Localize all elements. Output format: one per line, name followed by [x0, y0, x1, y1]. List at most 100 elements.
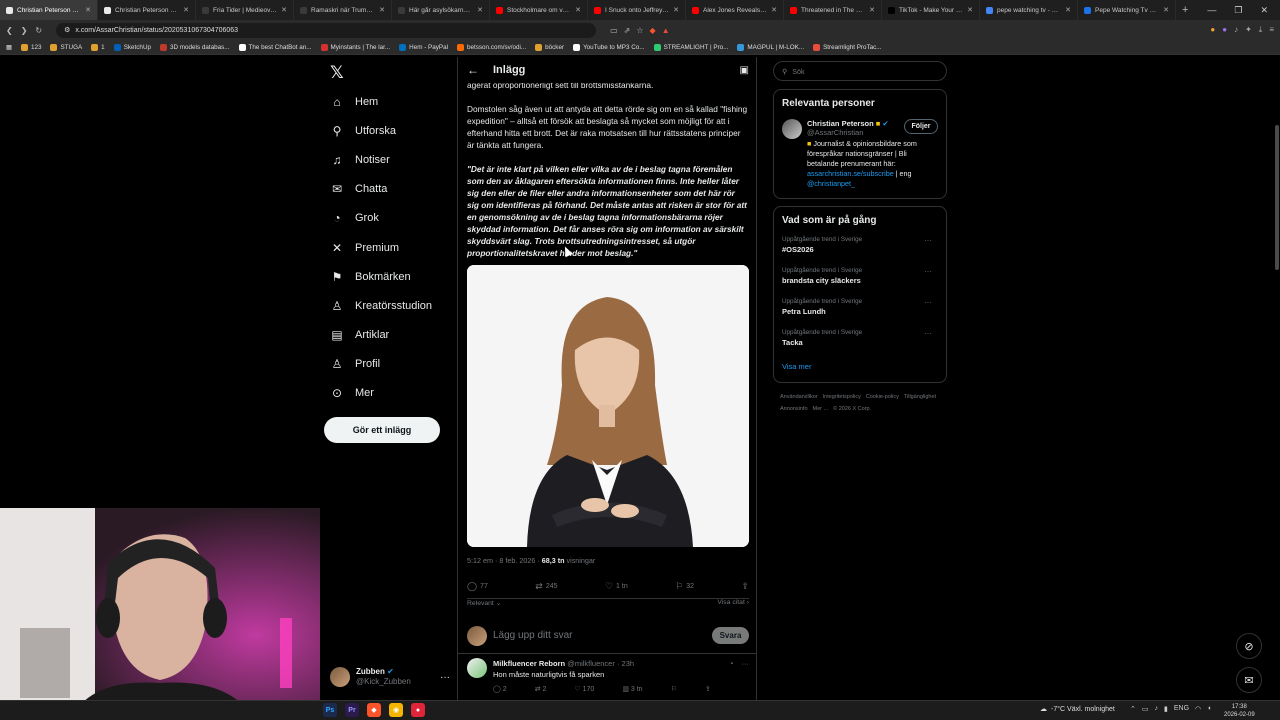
post-image[interactable] — [467, 265, 749, 547]
close-tab-icon[interactable]: ✕ — [869, 6, 875, 14]
reply-button[interactable]: ◯ 77 — [467, 581, 488, 592]
chrome-icon[interactable]: ◉ — [389, 703, 403, 717]
sort-dropdown[interactable]: Relevant ⌄ — [467, 599, 501, 607]
bookmark-item[interactable]: Myinstants | The lar... — [320, 43, 390, 51]
footer-link[interactable]: Cookie-policy — [866, 394, 899, 400]
post-button[interactable]: Gör ett inlägg — [324, 417, 440, 443]
cast-icon[interactable]: ▭ — [610, 26, 618, 35]
brave-shield-icon[interactable]: ◆ — [650, 26, 656, 35]
bio-mention[interactable]: @christianpet_ — [807, 179, 855, 188]
language-indicator[interactable]: ENG — [1174, 705, 1189, 713]
post-timestamp[interactable]: 5:12 em · 8 feb. 2026 · — [467, 556, 540, 565]
browser-tab[interactable]: Här går asylsökarna till kniv ✕ — [392, 0, 490, 20]
new-tab-button[interactable]: + — [1176, 4, 1194, 16]
maximize-icon[interactable]: ❐ — [1234, 5, 1242, 16]
puzzle-icon[interactable]: ✦ — [1245, 25, 1252, 35]
bookmark-item[interactable]: 3D models databas... — [160, 43, 230, 51]
photoshop-icon[interactable]: Ps — [323, 703, 337, 717]
browser-tab[interactable]: I Snuck onto Jeffrey Epstein ✕ — [588, 0, 686, 20]
browser-tab[interactable]: Threatened in The UK's Wa ✕ — [784, 0, 882, 20]
trend-item[interactable]: Uppåtgående trend i Sverige Tacka ··· — [782, 329, 938, 360]
browser-tab[interactable]: Stockholmare om varför la ✕ — [490, 0, 588, 20]
close-tab-icon[interactable]: ✕ — [281, 6, 287, 14]
footer-link[interactable]: Användarvillkor — [780, 394, 818, 400]
grok-button[interactable]: ⊘ — [1236, 633, 1262, 659]
wifi-icon[interactable]: ◠ — [1195, 705, 1201, 713]
more-icon[interactable]: ··· — [924, 329, 932, 338]
show-more-link[interactable]: Visa mer — [782, 362, 938, 371]
bookmark-item[interactable]: betsson.com/sv/odi... — [457, 43, 526, 51]
nav-item-articles[interactable]: ▤ Artiklar — [330, 321, 460, 350]
more-icon[interactable]: ··· — [440, 672, 450, 683]
close-tab-icon[interactable]: ✕ — [575, 6, 581, 14]
close-tab-icon[interactable]: ✕ — [967, 6, 973, 14]
back-arrow-icon[interactable]: ← — [467, 63, 479, 77]
footer-link[interactable]: © 2026 X Corp. — [833, 406, 871, 412]
avatar[interactable] — [782, 119, 802, 139]
reply-item[interactable]: Milkfluencer Reborn @milkfluencer · 23h … — [458, 658, 756, 695]
nav-item-profile[interactable]: ♙ Profil — [330, 350, 460, 379]
reader-mode-icon[interactable]: ▣ — [740, 65, 749, 76]
grok-icon[interactable]: ◔ — [729, 658, 734, 669]
trend-item[interactable]: Uppåtgående trend i Sverige Petra Lundh ··… — [782, 298, 938, 329]
bookmark-item[interactable]: SketchUp — [113, 43, 151, 51]
site-info-icon[interactable]: ⚙ — [64, 26, 70, 34]
reply-submit-button[interactable]: Svara — [712, 627, 749, 644]
more-icon[interactable]: ··· — [924, 267, 932, 276]
close-tab-icon[interactable]: ✕ — [379, 6, 385, 14]
extension-icon[interactable]: ● — [1210, 25, 1215, 35]
more-icon[interactable]: ··· — [742, 658, 750, 669]
bio-link[interactable]: assarchristian.se/subscribe — [807, 169, 894, 178]
nav-item-more[interactable]: ⊙ Mer — [330, 379, 460, 408]
browser-tab[interactable]: TikTok - Make Your Day ✕ — [882, 0, 980, 20]
search-input[interactable]: ⚲ Sök — [773, 61, 947, 81]
apps-icon[interactable]: ▦ — [6, 44, 12, 51]
browser-tab[interactable]: Christian Peterson så på ✕ — [0, 0, 98, 20]
nav-item-premium[interactable]: ✕ Premium — [330, 233, 460, 262]
following-button[interactable]: Följer — [904, 119, 938, 134]
close-tab-icon[interactable]: ✕ — [771, 6, 777, 14]
network-icon[interactable]: ▭ — [1142, 705, 1149, 713]
nav-item-home[interactable]: ⌂ Hem — [330, 87, 460, 116]
scrollbar[interactable] — [1274, 57, 1280, 700]
obs-icon[interactable]: ● — [411, 703, 425, 717]
reload-icon[interactable]: ↻ — [35, 26, 42, 35]
share-icon[interactable]: ⇗ — [624, 26, 631, 35]
reply-author-handle[interactable]: @milkfluencer — [567, 659, 615, 668]
clock[interactable]: 17:38 2026-02-09 — [1224, 703, 1255, 719]
more-icon[interactable]: ··· — [924, 236, 932, 245]
nav-item-creator-studio[interactable]: ♙ Kreatörsstudion — [330, 291, 460, 320]
menu-icon[interactable]: ≡ — [1269, 25, 1274, 35]
browser-tab[interactable]: Pepe Watching Tv GIF - Pep ✕ — [1078, 0, 1176, 20]
bookmark-item[interactable]: STREAMLIGHT | Pro... — [653, 43, 728, 51]
speaker-icon[interactable]: ◖ — [1207, 705, 1211, 713]
nav-item-grok[interactable]: ◔ Grok — [330, 204, 460, 233]
bookmark-item[interactable]: 1 — [91, 43, 105, 51]
close-tab-icon[interactable]: ✕ — [85, 6, 91, 14]
extension-icon[interactable]: ♪ — [1234, 25, 1238, 35]
close-tab-icon[interactable]: ✕ — [477, 6, 483, 14]
download-icon[interactable]: ⤓ — [1259, 25, 1263, 35]
volume-icon[interactable]: ♪ — [1155, 705, 1159, 713]
extension-icon[interactable]: ● — [1222, 25, 1227, 35]
scrollbar-thumb[interactable] — [1275, 125, 1279, 270]
close-tab-icon[interactable]: ✕ — [673, 6, 679, 14]
account-switcher[interactable]: Zubben ✔ @Kick_Zubben ··· — [330, 665, 450, 689]
bookmark-button[interactable]: ⚐ 32 — [675, 581, 694, 592]
views-button[interactable]: ▥ 3 tn — [622, 684, 642, 695]
person-handle[interactable]: @AssarChristian — [807, 128, 889, 137]
reply-author-name[interactable]: Milkfluencer Reborn — [493, 659, 565, 668]
person-card[interactable]: Christian Peterson ■ ✔ @AssarChristian F… — [782, 119, 938, 189]
reply-button[interactable]: ◯ 2 — [493, 684, 507, 695]
bookmark-item[interactable]: Hem - PayPal — [399, 43, 448, 51]
brave-icon[interactable]: ◆ — [367, 703, 381, 717]
bookmark-item[interactable]: Streamlight ProTac... — [813, 43, 882, 51]
browser-tab[interactable]: Alex Jones Reveals EXACT ✕ — [686, 0, 784, 20]
bookmark-star-icon[interactable]: ☆ — [636, 26, 643, 35]
close-tab-icon[interactable]: ✕ — [1163, 6, 1169, 14]
like-button[interactable]: ♡ 1 tn — [605, 581, 628, 592]
browser-tab[interactable]: Fria Tider | Medieoverige b ✕ — [196, 0, 294, 20]
premiere-icon[interactable]: Pr — [345, 703, 359, 717]
close-tab-icon[interactable]: ✕ — [1065, 6, 1071, 14]
messages-button[interactable]: ✉ — [1236, 667, 1262, 693]
